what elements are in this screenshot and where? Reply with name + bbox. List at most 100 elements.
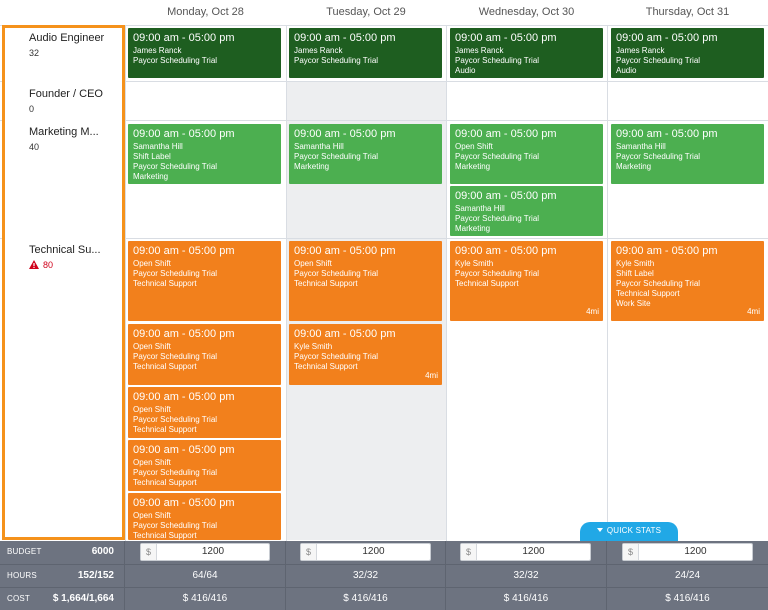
shift-position: Marketing	[616, 162, 652, 171]
shift-card[interactable]: 09:00 am - 05:00 pm Kyle Smith Paycor Sc…	[289, 324, 442, 385]
shift-schedule: Paycor Scheduling Trial	[294, 56, 379, 65]
day-header-tuesday: Tuesday, Oct 29	[326, 6, 406, 18]
shift-time: 09:00 am - 05:00 pm	[133, 32, 235, 44]
shift-employee: James Ranck	[455, 46, 504, 55]
hours-value: 32/32	[513, 570, 539, 581]
shift-card[interactable]: 09:00 am - 05:00 pm James Ranck Paycor S…	[611, 28, 764, 78]
shift-employee: Kyle Smith	[455, 259, 494, 268]
role-marketing[interactable]: Marketing M... 40	[29, 126, 99, 152]
shift-card[interactable]: 09:00 am - 05:00 pm Kyle Smith Paycor Sc…	[450, 241, 603, 321]
role-count-warning: 80	[29, 260, 101, 270]
shift-employee: Open Shift	[133, 458, 171, 467]
shift-schedule: Paycor Scheduling Trial	[294, 352, 379, 361]
shift-distance: 4mi	[425, 371, 438, 380]
shift-card[interactable]: 09:00 am - 05:00 pm James Ranck Paycor S…	[450, 28, 603, 78]
shift-schedule: Paycor Scheduling Trial	[455, 269, 540, 278]
column-divider	[286, 25, 287, 610]
shift-card[interactable]: 09:00 am - 05:00 pm Open Shift Paycor Sc…	[128, 324, 281, 385]
shift-position: Marketing	[294, 162, 330, 171]
hours-value: 24/24	[674, 570, 701, 581]
shift-card[interactable]: 09:00 am - 05:00 pm James Ranck Paycor S…	[128, 28, 281, 78]
shift-schedule: Paycor Scheduling Trial	[455, 56, 540, 65]
shift-card[interactable]: 09:00 am - 05:00 pm Open Shift Paycor Sc…	[128, 387, 281, 438]
cost-value: $ 416/416	[182, 593, 228, 604]
dollar-icon: $	[301, 544, 317, 560]
warning-icon	[29, 260, 39, 269]
hours-value: 64/64	[192, 570, 218, 581]
budget-input[interactable]: $1200	[140, 543, 270, 561]
shift-position: Technical Support	[294, 362, 358, 371]
dollar-icon: $	[623, 544, 639, 560]
shift-employee: Samantha Hill	[616, 142, 666, 151]
shift-schedule: Paycor Scheduling Trial	[294, 152, 379, 161]
shift-position: Marketing	[455, 162, 491, 171]
shift-position: Technical Support	[294, 279, 358, 288]
shift-employee: Samantha Hill	[133, 142, 183, 151]
shift-card[interactable]: 09:00 am - 05:00 pm Open Shift Paycor Sc…	[128, 241, 281, 321]
day-header-wednesday: Wednesday, Oct 30	[478, 6, 575, 18]
shift-schedule: Paycor Scheduling Trial	[133, 269, 218, 278]
cost-value: $ 416/416	[665, 593, 710, 604]
cost-value: $ 416/416	[503, 593, 549, 604]
shift-position: Technical Support	[133, 425, 197, 434]
shift-position: Audio	[455, 66, 476, 75]
shift-time: 09:00 am - 05:00 pm	[455, 245, 557, 257]
cost-row: COST $ 1,664/1,664 $ 416/416 $ 416/416 $…	[0, 587, 768, 610]
shift-card[interactable]: 09:00 am - 05:00 pm Open Shift Paycor Sc…	[128, 493, 281, 540]
budget-row: BUDGET 6000 $1200 $1200 $1200 $1200	[0, 541, 768, 564]
role-name: Technical Su...	[29, 244, 101, 256]
shift-employee: Samantha Hill	[455, 204, 505, 213]
shift-position: Marketing	[133, 172, 169, 181]
shift-card[interactable]: 09:00 am - 05:00 pm Samantha Hill Paycor…	[450, 186, 603, 236]
quick-stats-button[interactable]: QUICK STATS	[580, 522, 678, 542]
cost-value: $ 416/416	[343, 593, 388, 604]
shift-position: Technical Support	[133, 279, 197, 288]
shift-employee: Open Shift	[133, 511, 171, 520]
empty-cell[interactable]	[287, 82, 446, 120]
shift-employee: Kyle Smith	[616, 259, 655, 268]
role-founder-ceo[interactable]: Founder / CEO 0	[29, 88, 103, 114]
shift-schedule: Paycor Scheduling Trial	[616, 56, 701, 65]
shift-schedule: Paycor Scheduling Trial	[133, 56, 218, 65]
hours-total: 152/152	[77, 570, 114, 581]
shift-position: Technical Support	[133, 531, 197, 540]
shift-schedule: Paycor Scheduling Trial	[455, 152, 540, 161]
shift-employee: Open Shift	[455, 142, 493, 151]
shift-card[interactable]: 09:00 am - 05:00 pm Open Shift Paycor Sc…	[289, 241, 442, 321]
day-header-monday: Monday, Oct 28	[167, 6, 244, 18]
budget-input[interactable]: $1200	[460, 543, 591, 561]
role-column: Audio Engineer 32 Founder / CEO 0 Market…	[2, 25, 125, 540]
role-name: Founder / CEO	[29, 88, 103, 100]
column-divider	[446, 25, 447, 610]
budget-label: BUDGET	[7, 547, 42, 556]
shift-schedule: Paycor Scheduling Trial	[294, 269, 379, 278]
budget-input[interactable]: $1200	[300, 543, 431, 561]
shift-card[interactable]: 09:00 am - 05:00 pm Open Shift Paycor Sc…	[450, 124, 603, 184]
dollar-icon: $	[141, 544, 157, 560]
shift-time: 09:00 am - 05:00 pm	[133, 391, 235, 403]
shift-time: 09:00 am - 05:00 pm	[294, 328, 396, 340]
shift-label: Shift Label	[133, 152, 171, 161]
shift-schedule: Paycor Scheduling Trial	[133, 521, 218, 530]
role-audio-engineer[interactable]: Audio Engineer 32	[29, 32, 104, 58]
shift-position: Technical Support	[616, 289, 680, 298]
shift-employee: James Ranck	[294, 46, 343, 55]
role-name: Audio Engineer	[29, 32, 105, 44]
hours-label: HOURS	[7, 571, 37, 580]
role-name: Marketing M...	[29, 126, 99, 138]
shift-label: Shift Label	[616, 269, 654, 278]
shift-card[interactable]: 09:00 am - 05:00 pm Samantha Hill Paycor…	[611, 124, 764, 184]
shift-position: Marketing	[455, 224, 491, 233]
shift-card[interactable]: 09:00 am - 05:00 pm Samantha Hill Paycor…	[289, 124, 442, 184]
budget-input[interactable]: $1200	[622, 543, 753, 561]
shift-position: Technical Support	[455, 279, 519, 288]
shift-time: 09:00 am - 05:00 pm	[294, 245, 396, 257]
shift-card[interactable]: 09:00 am - 05:00 pm Kyle Smith Shift Lab…	[611, 241, 764, 321]
shift-card[interactable]: 09:00 am - 05:00 pm James Ranck Paycor S…	[289, 28, 442, 78]
role-technical-support[interactable]: Technical Su... 80	[29, 244, 101, 270]
shift-schedule: Paycor Scheduling Trial	[133, 415, 218, 424]
shift-card[interactable]: 09:00 am - 05:00 pm Open Shift Paycor Sc…	[128, 440, 281, 491]
shift-time: 09:00 am - 05:00 pm	[455, 32, 557, 44]
shift-card[interactable]: 09:00 am - 05:00 pm Samantha Hill Shift …	[128, 124, 281, 184]
role-count: 32	[29, 48, 40, 58]
